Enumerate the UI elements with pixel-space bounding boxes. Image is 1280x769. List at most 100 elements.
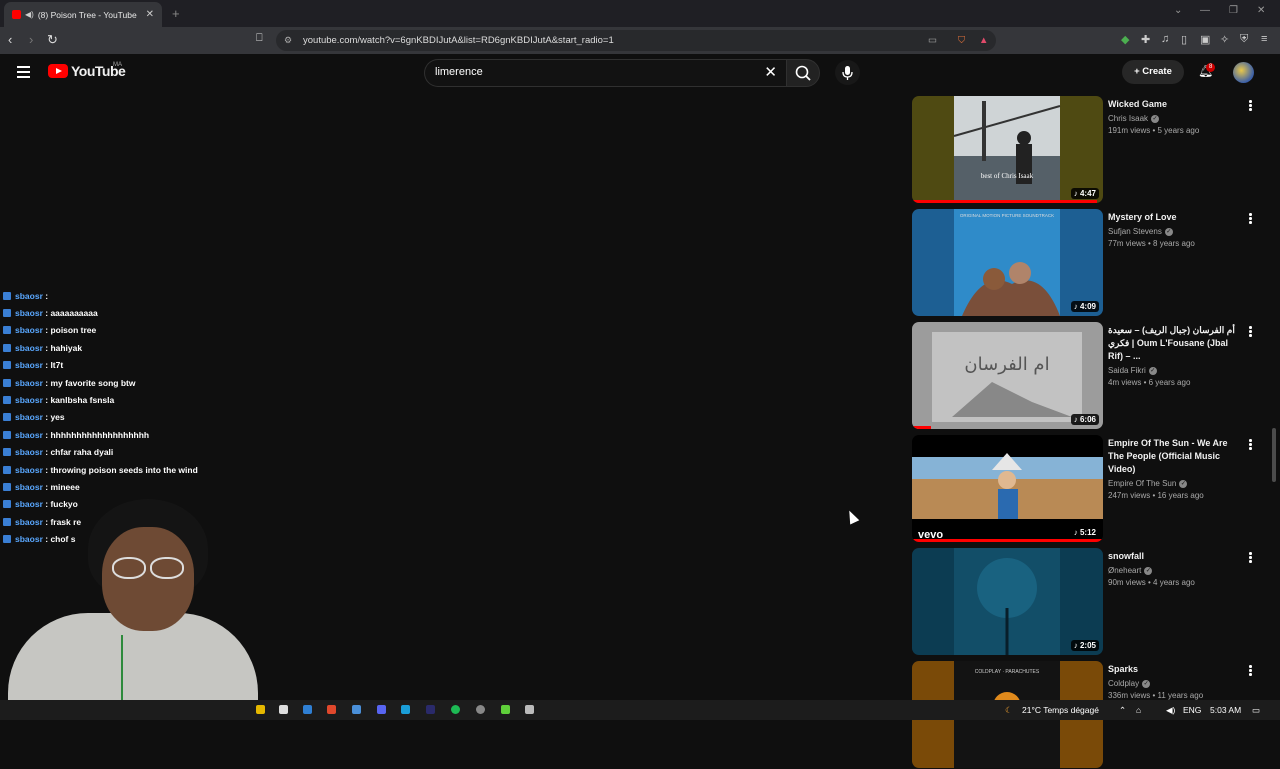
chat-platform-icon xyxy=(3,465,11,474)
store-icon[interactable] xyxy=(279,705,288,714)
tab-search-icon[interactable]: ⌄ xyxy=(1174,5,1182,16)
channel-name[interactable]: Øneheart xyxy=(1108,566,1141,575)
avatar[interactable] xyxy=(1233,62,1254,83)
voice-search-button[interactable] xyxy=(835,60,860,85)
guide-menu-icon[interactable] xyxy=(17,66,30,81)
chat-text: aaaaaaaaaa xyxy=(50,308,98,319)
search-button[interactable] xyxy=(786,59,820,87)
sidebar-icon[interactable]: ▯ xyxy=(1181,33,1187,46)
close-window-icon[interactable]: ✕ xyxy=(1257,5,1265,16)
video-thumbnail[interactable]: vevo ♪ 5:12 xyxy=(912,435,1103,542)
video-title[interactable]: أم الفرسان (جبال الريف) – سعيدة فكري | O… xyxy=(1108,324,1244,363)
extensions-icon[interactable]: ✚ xyxy=(1141,33,1150,46)
channel-name[interactable]: Saida Fikri xyxy=(1108,366,1146,375)
menu-icon[interactable]: ≡ xyxy=(1261,33,1267,45)
playlist-item[interactable]: ام الفرسان ♪ 6:06 أم الفرسان (جبال الريف) … xyxy=(912,322,1262,430)
channel-line[interactable]: Øneheart ✓ xyxy=(1108,566,1244,575)
playlist-item[interactable]: ORIGINAL MOTION PICTURE SOUNDTRACK ♪ 4:09… xyxy=(912,209,1262,317)
chat-separator: : xyxy=(42,395,51,406)
more-actions-icon[interactable] xyxy=(1249,100,1253,112)
clear-search-icon[interactable]: ✕ xyxy=(764,63,777,81)
bookmark-icon[interactable]: ⎕ xyxy=(256,32,263,45)
obs-icon[interactable] xyxy=(476,705,485,714)
youtube-logo[interactable]: YouTube MA xyxy=(48,62,126,79)
video-title[interactable]: snowfall xyxy=(1108,550,1244,563)
video-title[interactable]: Empire Of The Sun - We Are The People (O… xyxy=(1108,437,1244,476)
more-actions-icon[interactable] xyxy=(1249,665,1253,677)
discord-icon[interactable] xyxy=(377,705,386,714)
channel-line[interactable]: Saida Fikri ✓ xyxy=(1108,366,1244,375)
speaker-icon[interactable]: ◀) xyxy=(25,10,34,19)
leo-icon[interactable]: ✧ xyxy=(1220,33,1229,46)
video-thumbnail[interactable]: ♪ 2:05 xyxy=(912,548,1103,655)
playlist-item[interactable]: ♪ 2:05 snowfall Øneheart ✓ 90m views • 4 yea… xyxy=(912,548,1262,656)
channel-name[interactable]: Coldplay xyxy=(1108,679,1139,688)
browser-tab[interactable]: ◀) (8) Poison Tree - YouTube ✕ xyxy=(4,2,162,27)
media-icon[interactable]: ♫ xyxy=(1161,33,1169,45)
playlist-item[interactable]: best of Chris Isaak ♪ 4:47 Wicked Game Chri… xyxy=(912,96,1262,204)
microphone-icon xyxy=(842,66,853,80)
steam-icon[interactable] xyxy=(352,705,361,714)
brave-taskbar-icon[interactable] xyxy=(327,705,336,714)
back-icon[interactable]: ‹ xyxy=(8,32,12,47)
reload-icon[interactable]: ↻ xyxy=(47,32,58,48)
scrollbar[interactable] xyxy=(1272,428,1276,482)
more-actions-icon[interactable] xyxy=(1249,326,1253,338)
channel-line[interactable]: Sufjan Stevens ✓ xyxy=(1108,227,1244,236)
file-explorer-icon[interactable] xyxy=(256,705,265,714)
app-icon[interactable] xyxy=(303,705,312,714)
chat-separator: : xyxy=(42,481,51,492)
channel-line[interactable]: Chris Isaak ✓ xyxy=(1108,114,1244,123)
notification-center-icon[interactable]: ▭ xyxy=(1252,705,1260,716)
video-thumbnail[interactable]: ORIGINAL MOTION PICTURE SOUNDTRACK ♪ 4:09 xyxy=(912,209,1103,316)
channel-name[interactable]: Sufjan Stevens xyxy=(1108,227,1162,236)
video-title[interactable]: Sparks xyxy=(1108,663,1244,676)
search-input[interactable]: limerence ✕ xyxy=(424,59,787,87)
new-tab-icon[interactable]: + xyxy=(172,6,180,21)
chat-platform-icon xyxy=(3,326,11,335)
weather-text[interactable]: 21°C Temps dégagé xyxy=(1022,705,1099,715)
media-player-icon[interactable] xyxy=(501,705,510,714)
more-actions-icon[interactable] xyxy=(1249,213,1253,225)
forward-icon[interactable]: › xyxy=(29,32,33,47)
minimize-icon[interactable]: — xyxy=(1200,5,1210,16)
premiere-icon[interactable] xyxy=(426,705,435,714)
url-field[interactable]: ⚙ youtube.com/watch?v=6gnKBDIJutA&list=R… xyxy=(276,30,996,51)
playlist-item[interactable]: vevo ♪ 5:12 Empire Of The Sun - We Are The… xyxy=(912,435,1262,543)
wallet-icon[interactable]: ▣ xyxy=(1200,33,1210,46)
extension-icon[interactable]: ◆ xyxy=(1121,33,1129,46)
create-button[interactable]: + Create xyxy=(1122,60,1184,84)
maximize-icon[interactable]: ❐ xyxy=(1229,5,1238,16)
channel-line[interactable]: Empire Of The Sun ✓ xyxy=(1108,479,1244,488)
more-actions-icon[interactable] xyxy=(1249,552,1253,564)
clock[interactable]: 5:03 AM xyxy=(1210,705,1241,715)
glasses-right xyxy=(150,557,184,579)
close-tab-icon[interactable]: ✕ xyxy=(146,9,154,20)
video-metadata: 336m views • 11 years ago xyxy=(1108,691,1204,700)
brave-rewards-icon[interactable]: ▲ xyxy=(979,30,988,51)
duration-badge: ♪ 5:12 xyxy=(1070,527,1099,538)
vpn-icon[interactable]: ⛨ xyxy=(1240,33,1248,46)
tray-expand-icon[interactable]: ⌃ xyxy=(1119,705,1126,716)
video-title[interactable]: Mystery of Love xyxy=(1108,211,1244,224)
video-thumbnail[interactable]: ام الفرسان ♪ 6:06 xyxy=(912,322,1103,429)
network-icon[interactable]: ⌂ xyxy=(1136,705,1141,715)
channel-name[interactable]: Empire Of The Sun xyxy=(1108,479,1176,488)
video-title[interactable]: Wicked Game xyxy=(1108,98,1244,111)
volume-icon[interactable]: ◀) xyxy=(1166,705,1175,716)
weather-icon[interactable]: ☾ xyxy=(1005,705,1013,716)
edge-icon[interactable] xyxy=(401,705,410,714)
language-indicator[interactable]: ENG xyxy=(1183,705,1201,715)
spotify-icon[interactable] xyxy=(451,705,460,714)
chat-username: sbaosr xyxy=(15,464,43,475)
brave-shield-icon[interactable]: ⛉ xyxy=(958,30,965,51)
channel-name[interactable]: Chris Isaak xyxy=(1108,114,1148,123)
cast-icon[interactable]: ▭ xyxy=(928,30,937,51)
channel-line[interactable]: Coldplay ✓ xyxy=(1108,679,1244,688)
site-info-icon[interactable]: ⚙ xyxy=(284,30,292,51)
video-thumbnail[interactable]: best of Chris Isaak ♪ 4:47 xyxy=(912,96,1103,203)
more-actions-icon[interactable] xyxy=(1249,439,1253,451)
chat-username: sbaosr xyxy=(15,308,43,319)
chat-message: sbaosr : lt7t xyxy=(3,357,303,374)
audio-app-icon[interactable] xyxy=(525,705,534,714)
